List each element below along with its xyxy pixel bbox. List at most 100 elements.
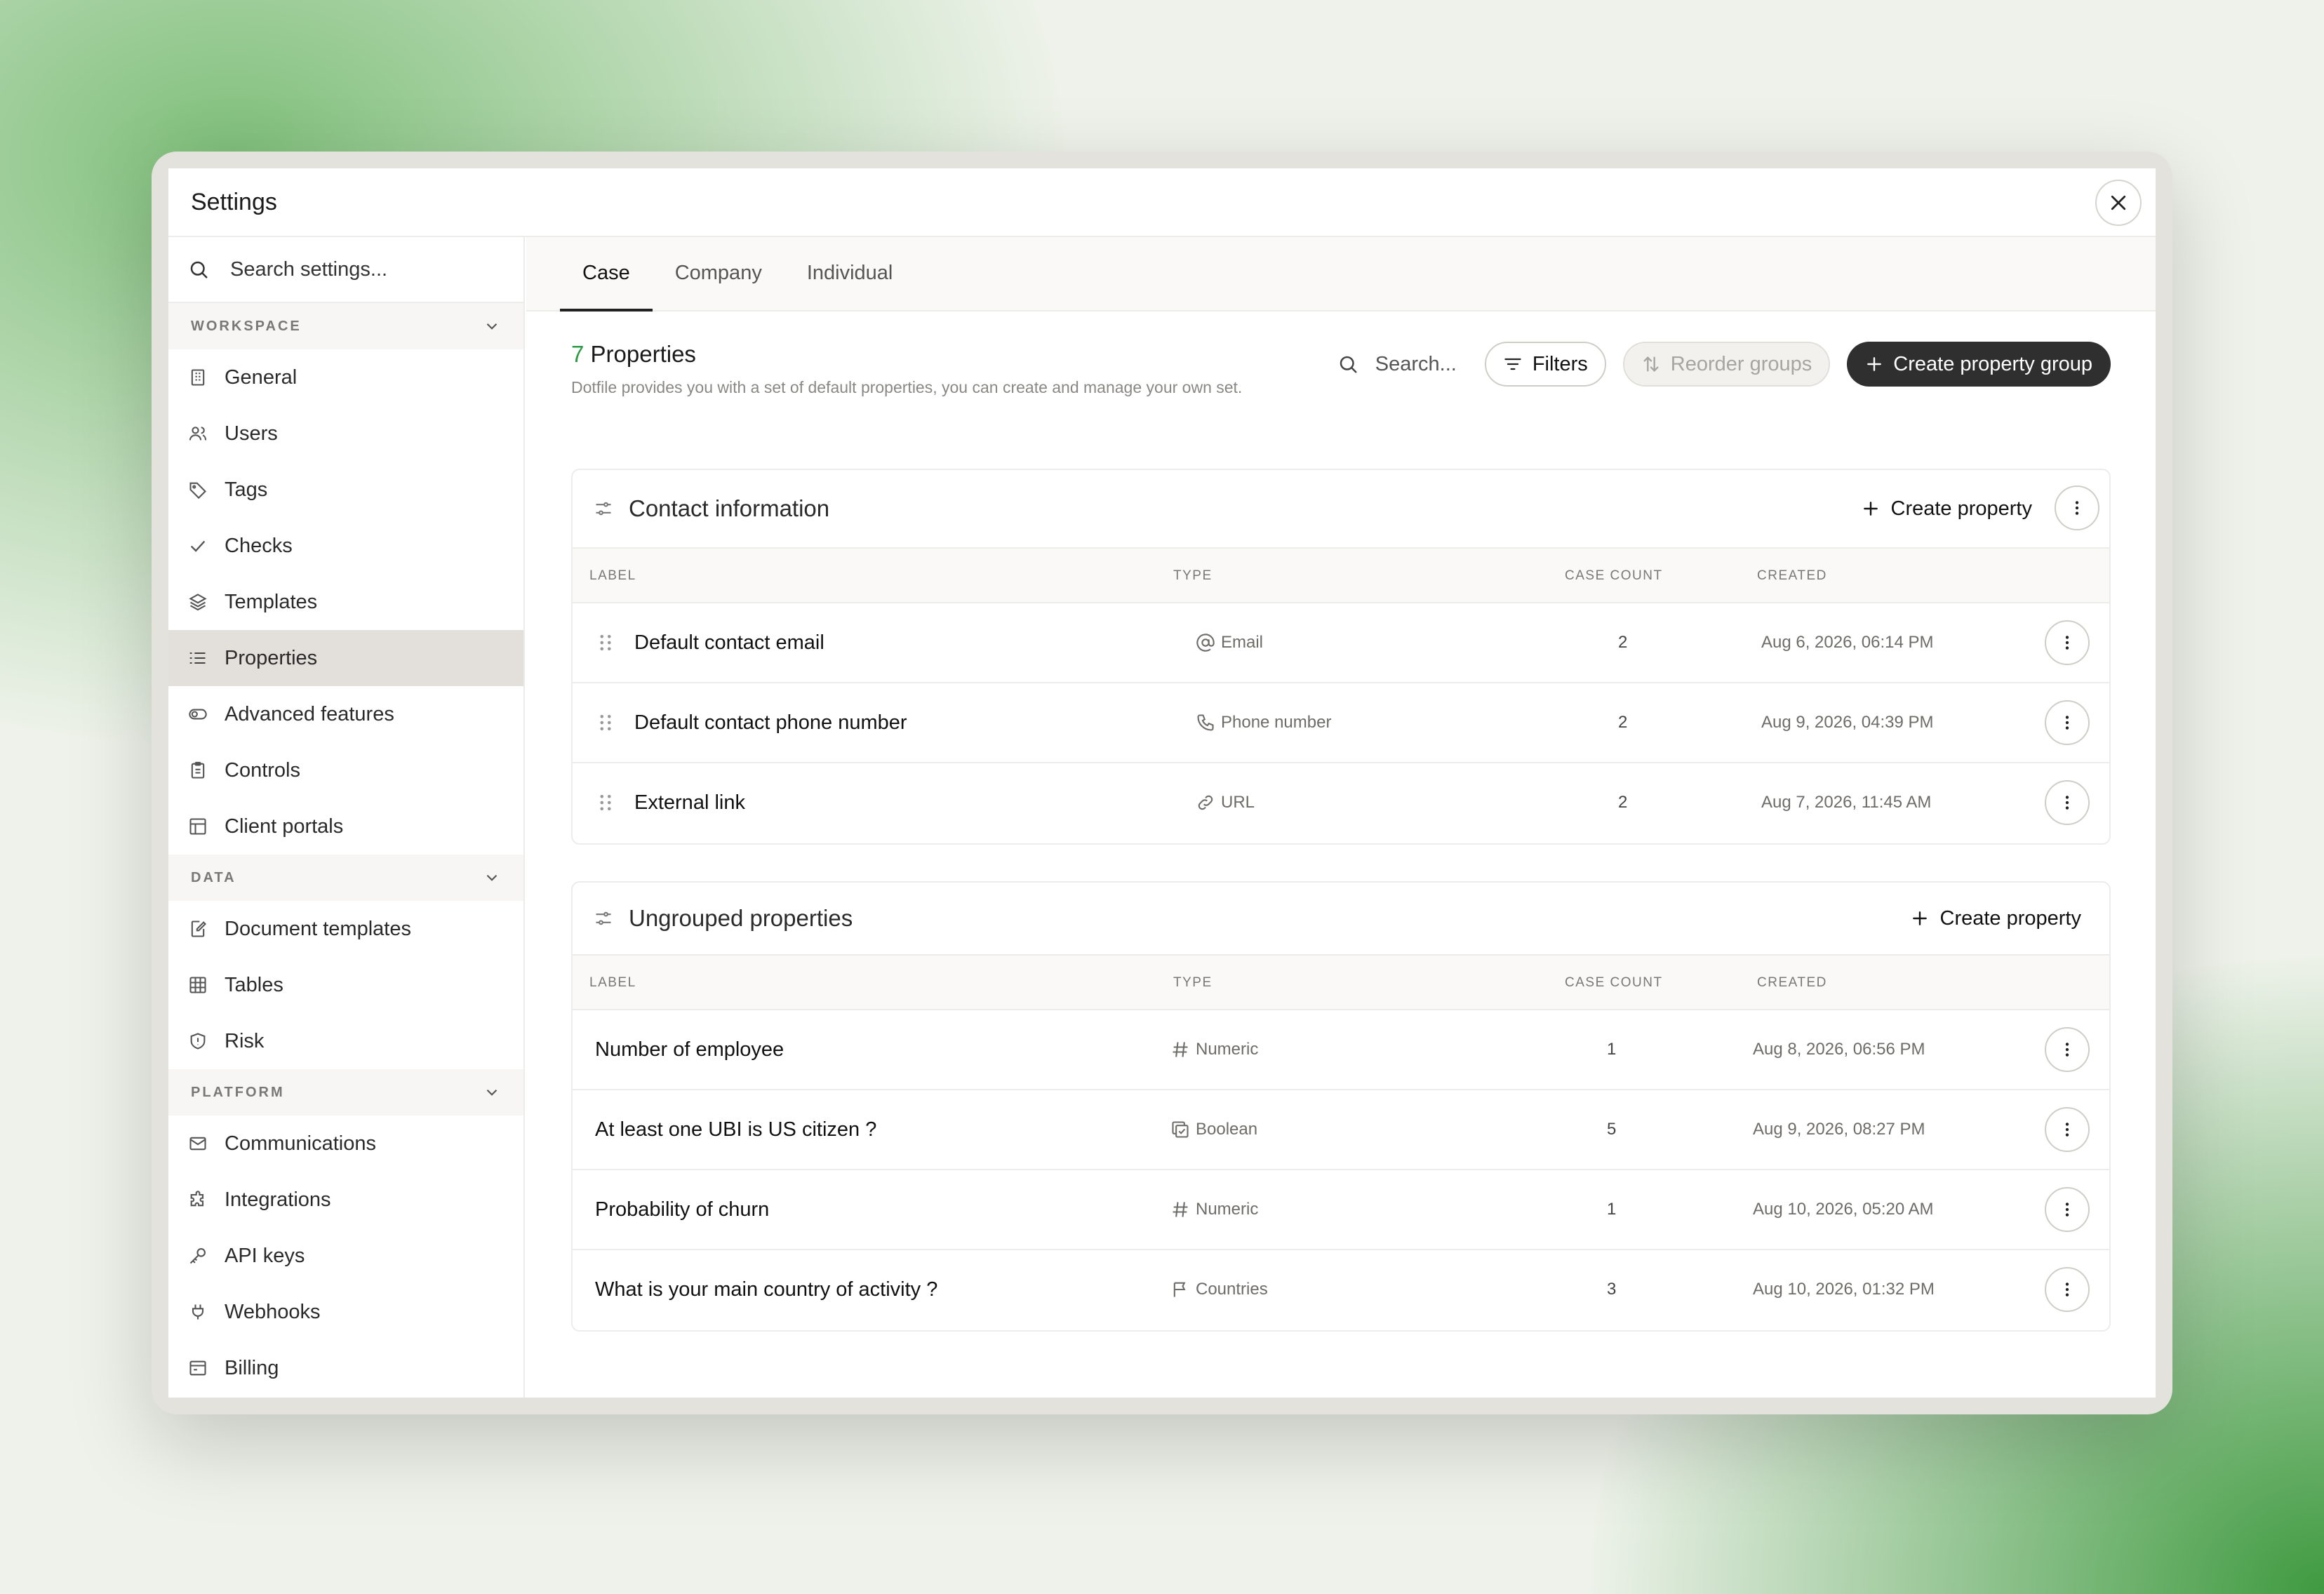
section-head-data[interactable]: DATA bbox=[168, 855, 523, 901]
property-label: Default contact phone number bbox=[634, 711, 907, 734]
row-menu-button[interactable] bbox=[2045, 620, 2090, 665]
list-icon bbox=[189, 652, 206, 664]
page-description: Dotfile provides you with a set of defau… bbox=[571, 378, 1243, 396]
hash-icon bbox=[1173, 1202, 1188, 1217]
section-head-workspace[interactable]: WORKSPACE bbox=[168, 303, 523, 349]
tab-company[interactable]: Company bbox=[653, 236, 784, 310]
property-type: Countries bbox=[1170, 1250, 1268, 1329]
at-icon bbox=[1196, 634, 1215, 652]
check-icon bbox=[190, 540, 206, 552]
drag-handle[interactable] bbox=[598, 763, 613, 842]
sidebar-item-label: API keys bbox=[225, 1244, 305, 1267]
sidebar-item-users[interactable]: Users bbox=[168, 406, 523, 462]
create-property-label: Create property bbox=[1890, 497, 2033, 520]
more-vertical-icon bbox=[2065, 1203, 2069, 1217]
table-row[interactable]: At least one UBI is US citizen ? Boolean… bbox=[573, 1090, 2109, 1170]
sidebar-item-document-templates[interactable]: Document templates bbox=[168, 901, 523, 957]
sidebar-item-integrations[interactable]: Integrations bbox=[168, 1172, 523, 1228]
type-label: Countries bbox=[1196, 1280, 1268, 1299]
sidebar-item-tags[interactable]: Tags bbox=[168, 462, 523, 518]
type-label: Numeric bbox=[1196, 1200, 1259, 1219]
case-count: 1 bbox=[1607, 1040, 1617, 1059]
sidebar-item-controls[interactable]: Controls bbox=[168, 742, 523, 798]
column-created: CREATED bbox=[1757, 975, 1827, 990]
sidebar-item-label: Checks bbox=[225, 534, 293, 557]
section-title: WORKSPACE bbox=[191, 318, 302, 334]
type-label: Phone number bbox=[1221, 713, 1332, 732]
reorder-groups-button[interactable]: Reorder groups bbox=[1622, 342, 1831, 387]
page-title: 7 Properties bbox=[571, 341, 696, 368]
filters-button[interactable]: Filters bbox=[1484, 342, 1606, 387]
building-icon bbox=[191, 369, 205, 386]
sidebar-item-label: Document templates bbox=[225, 917, 411, 940]
column-label: LABEL bbox=[589, 975, 636, 990]
sidebar-item-general[interactable]: General bbox=[168, 349, 523, 406]
sidebar-item-label: Integrations bbox=[225, 1188, 331, 1211]
filter-icon bbox=[1504, 358, 1521, 370]
sidebar-item-client-portals[interactable]: Client portals bbox=[168, 798, 523, 855]
table-row[interactable]: External link URL 2 Aug 7, 2026, 11:45 A… bbox=[573, 763, 2109, 843]
sidebar-item-advanced-features[interactable]: Advanced features bbox=[168, 686, 523, 742]
drag-handle[interactable] bbox=[598, 603, 613, 682]
table-row[interactable]: Default contact email Email 2 Aug 6, 202… bbox=[573, 603, 2109, 683]
sidebar-item-label: Client portals bbox=[225, 815, 344, 838]
property-type: Email bbox=[1196, 603, 1263, 682]
created-date: Aug 6, 2026, 06:14 PM bbox=[1761, 633, 1934, 652]
sidebar-item-risk[interactable]: Risk bbox=[168, 1013, 523, 1069]
window-title: Settings bbox=[191, 188, 277, 215]
drag-handle[interactable] bbox=[598, 683, 613, 762]
search-label: Search... bbox=[1375, 352, 1457, 375]
tab-individual[interactable]: Individual bbox=[784, 236, 916, 310]
sidebar-item-tables[interactable]: Tables bbox=[168, 957, 523, 1013]
close-button[interactable] bbox=[2095, 180, 2142, 226]
more-vertical-icon bbox=[2065, 1282, 2069, 1297]
sidebar-item-billing[interactable]: Billing bbox=[168, 1340, 523, 1396]
table-row[interactable]: Probability of churn Numeric 1 Aug 10, 2… bbox=[573, 1170, 2109, 1250]
property-type: Boolean bbox=[1170, 1090, 1257, 1169]
sidebar-search[interactable] bbox=[168, 237, 523, 303]
table-row[interactable]: Default contact phone number Phone numbe… bbox=[573, 683, 2109, 763]
type-label: URL bbox=[1221, 793, 1255, 812]
row-menu-button[interactable] bbox=[2045, 780, 2090, 825]
column-type: TYPE bbox=[1173, 975, 1213, 990]
reorder-label: Reorder groups bbox=[1670, 352, 1812, 375]
property-type: URL bbox=[1196, 763, 1255, 842]
chevron-down-icon bbox=[486, 1089, 497, 1096]
create-property-group-button[interactable]: Create property group bbox=[1847, 342, 2111, 387]
group-menu-button[interactable] bbox=[2055, 485, 2099, 530]
sidebar-item-webhooks[interactable]: Webhooks bbox=[168, 1284, 523, 1340]
sidebar-item-label: Risk bbox=[225, 1029, 265, 1052]
tab-case[interactable]: Case bbox=[560, 236, 653, 312]
row-menu-button[interactable] bbox=[2045, 700, 2090, 745]
more-vertical-icon bbox=[2065, 636, 2069, 650]
property-label: Number of employee bbox=[595, 1038, 784, 1061]
case-count: 3 bbox=[1607, 1280, 1617, 1299]
sidebar-item-communications[interactable]: Communications bbox=[168, 1116, 523, 1172]
property-label: At least one UBI is US citizen ? bbox=[595, 1118, 877, 1141]
row-menu-button[interactable] bbox=[2045, 1027, 2090, 1072]
create-property-button[interactable]: Create property bbox=[1862, 497, 2033, 521]
create-property-button[interactable]: Create property bbox=[1911, 907, 2081, 930]
case-count: 2 bbox=[1618, 793, 1628, 812]
chevron-down-icon bbox=[486, 874, 497, 881]
sidebar-item-label: Webhooks bbox=[225, 1300, 321, 1323]
table-row[interactable]: What is your main country of activity ? … bbox=[573, 1250, 2109, 1330]
row-menu-button[interactable] bbox=[2045, 1187, 2090, 1232]
sidebar-item-templates[interactable]: Templates bbox=[168, 574, 523, 630]
table-row[interactable]: Number of employee Numeric 1 Aug 8, 2026… bbox=[573, 1010, 2109, 1090]
created-date: Aug 7, 2026, 11:45 AM bbox=[1761, 793, 1932, 812]
property-group-ungrouped: Ungrouped properties Create property LAB… bbox=[571, 881, 2111, 1332]
row-menu-button[interactable] bbox=[2045, 1107, 2090, 1152]
clipboard-icon bbox=[191, 761, 205, 779]
row-menu-button[interactable] bbox=[2045, 1267, 2090, 1312]
sidebar-search-input[interactable] bbox=[230, 257, 497, 281]
properties-search[interactable]: Search... bbox=[1337, 353, 1457, 376]
sidebar-item-api-keys[interactable]: API keys bbox=[168, 1228, 523, 1284]
sidebar-item-properties[interactable]: Properties bbox=[168, 630, 523, 686]
tag-icon bbox=[189, 482, 206, 500]
key-icon bbox=[189, 1248, 206, 1264]
section-head-platform[interactable]: PLATFORM bbox=[168, 1069, 523, 1116]
created-date: Aug 10, 2026, 05:20 AM bbox=[1753, 1200, 1934, 1219]
sidebar-item-checks[interactable]: Checks bbox=[168, 518, 523, 574]
settings-sidebar: WORKSPACE General Users Tags Checks bbox=[168, 237, 525, 1398]
